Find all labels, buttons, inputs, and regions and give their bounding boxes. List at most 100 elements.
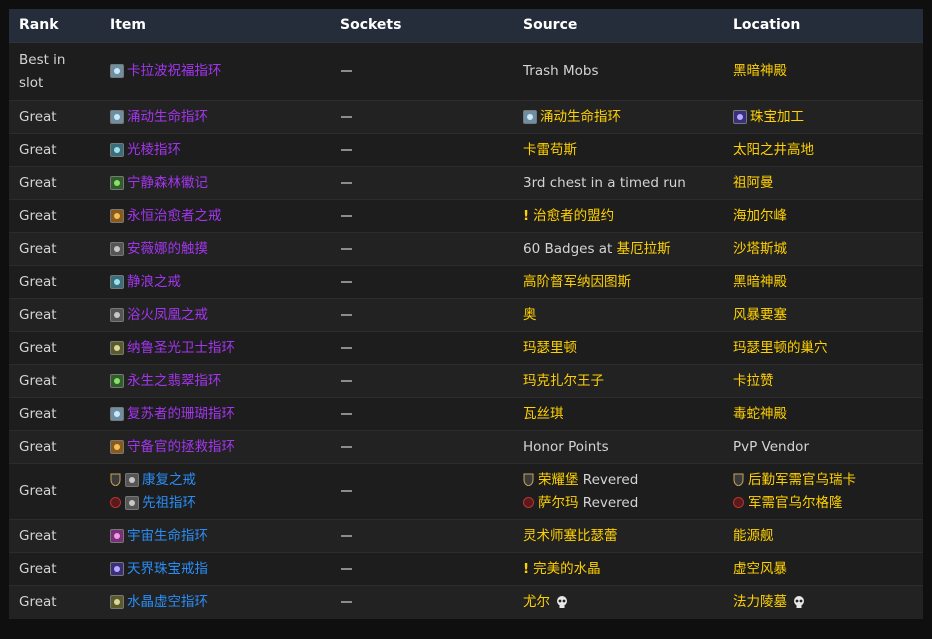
source-link[interactable]: 灵术师塞比瑟蕾 (523, 528, 618, 544)
table-row: Great 复苏者的珊瑚指环 瓦丝琪 毒蛇神殿 (9, 398, 923, 431)
source-link[interactable]: 奥 (523, 307, 537, 323)
rank-label: Best in slot (19, 51, 66, 91)
empty-sockets-dash (341, 70, 352, 72)
item-link[interactable]: 涌动生命指环 (127, 109, 208, 125)
item-cell: 天界珠宝戒指 (100, 558, 330, 581)
ring-icon (110, 307, 124, 322)
rank-label: Great (19, 594, 57, 610)
location-link[interactable]: 能源舰 (733, 528, 774, 544)
item-line: 康复之戒 (110, 469, 330, 492)
location-link[interactable]: 后勤军需官乌瑞卡 (748, 472, 856, 488)
location-link[interactable]: 沙塔斯城 (733, 241, 787, 257)
item-link[interactable]: 永恒治愈者之戒 (127, 208, 222, 224)
item-cell: 守备官的拯救指环 (100, 436, 330, 459)
empty-sockets-dash (341, 148, 352, 151)
item-link[interactable]: 天界珠宝戒指 (127, 561, 208, 577)
header-sockets[interactable]: Sockets (330, 14, 513, 37)
ring-icon (110, 142, 124, 157)
faction-link[interactable]: 荣耀堡 (538, 472, 579, 488)
ring-icon (110, 595, 124, 609)
header-item[interactable]: Item (100, 14, 330, 37)
location-link[interactable]: 玛瑟里顿的巢穴 (733, 340, 828, 356)
item-link[interactable]: 安薇娜的触摸 (127, 241, 208, 257)
horde-crest-icon (733, 496, 744, 508)
table-row: Best in slot 卡拉波祝福指环 Trash Mobs 黑暗神殿 (9, 43, 923, 101)
source-link[interactable]: 基厄拉斯 (617, 241, 671, 257)
quest-icon: ! (523, 207, 530, 224)
location-link[interactable]: 太阳之井高地 (733, 142, 814, 158)
ring-icon (110, 241, 124, 256)
ring-icon (110, 439, 124, 454)
source-cell: 高阶督军纳因图斯 (513, 271, 723, 294)
reputation-level: Revered (578, 494, 639, 511)
location-cell: 太阳之井高地 (723, 139, 923, 162)
item-link[interactable]: 水晶虚空指环 (127, 594, 208, 610)
location-link[interactable]: 虚空风暴 (733, 561, 787, 577)
empty-sockets-dash (341, 601, 352, 603)
item-link[interactable]: 守备官的拯救指环 (127, 439, 235, 455)
location-link[interactable]: 珠宝加工 (750, 109, 804, 125)
item-link[interactable]: 纳鲁圣光卫士指环 (127, 340, 235, 356)
header-rank[interactable]: Rank (9, 14, 100, 37)
source-link[interactable]: 玛克扎尔王子 (523, 373, 604, 389)
faction-link[interactable]: 萨尔玛 (538, 495, 579, 511)
item-link[interactable]: 永生之翡翠指环 (127, 373, 222, 389)
location-link[interactable]: 黑暗神殿 (733, 274, 787, 290)
source-link[interactable]: 卡雷苟斯 (523, 142, 577, 158)
item-link[interactable]: 浴火凤凰之戒 (127, 307, 208, 323)
location-link[interactable]: 黑暗神殿 (733, 63, 787, 79)
location-cell: 黑暗神殿 (723, 271, 923, 294)
table-row: Great 静浪之戒 高阶督军纳因图斯 黑暗神殿 (9, 266, 923, 299)
header-source[interactable]: Source (513, 14, 723, 37)
location-link[interactable]: 毒蛇神殿 (733, 406, 787, 422)
item-link[interactable]: 复苏者的珊瑚指环 (127, 406, 235, 422)
location-cell: 祖阿曼 (723, 172, 923, 195)
source-cell: 卡雷苟斯 (513, 139, 723, 162)
sockets-cell (330, 304, 513, 327)
ring-icon (110, 64, 124, 78)
rank-label: Great (19, 108, 57, 125)
location-cell: 毒蛇神殿 (723, 403, 923, 426)
header-location[interactable]: Location (723, 14, 923, 37)
ring-icon (110, 340, 124, 355)
empty-sockets-dash (341, 247, 352, 250)
item-link[interactable]: 卡拉波祝福指环 (127, 63, 222, 79)
location-link[interactable]: 军需官乌尔格隆 (748, 495, 843, 511)
item-link[interactable]: 光棱指环 (127, 142, 181, 158)
source-link[interactable]: 玛瑟里顿 (523, 340, 577, 356)
source-link[interactable]: 尤尔 (523, 594, 550, 610)
item-link[interactable]: 静浪之戒 (127, 274, 181, 290)
item-cell: 浴火凤凰之戒 (100, 304, 330, 327)
location-link[interactable]: 风暴要塞 (733, 307, 787, 323)
source-link[interactable]: 瓦丝琪 (523, 406, 564, 422)
item-link[interactable]: 先祖指环 (142, 495, 196, 511)
table-row: Great 康复之戒 先祖指环 荣耀堡 Revered 萨尔玛 Revered … (9, 464, 923, 520)
location-link[interactable]: 法力陵墓 (733, 594, 787, 610)
item-link[interactable]: 宇宙生命指环 (127, 528, 208, 544)
sockets-cell (330, 172, 513, 195)
location-link[interactable]: 海加尔峰 (733, 208, 787, 224)
item-cell: 宁静森林徽记 (100, 172, 330, 195)
location-link[interactable]: 卡拉赞 (733, 373, 774, 389)
location-cell: 海加尔峰 (723, 205, 923, 228)
location-cell: 玛瑟里顿的巢穴 (723, 337, 923, 360)
item-link[interactable]: 宁静森林徽记 (127, 175, 208, 191)
location-link[interactable]: 祖阿曼 (733, 175, 774, 191)
item-cell: 复苏者的珊瑚指环 (100, 403, 330, 426)
item-link[interactable]: 康复之戒 (142, 472, 196, 488)
rank-label: Great (19, 438, 57, 455)
item-cell: 永恒治愈者之戒 (100, 205, 330, 228)
source-cell: 荣耀堡 Revered 萨尔玛 Revered (513, 469, 723, 515)
source-link[interactable]: 治愈者的盟约 (533, 208, 614, 224)
horde-crest-icon (523, 496, 534, 508)
source-link[interactable]: 高阶督军纳因图斯 (523, 274, 631, 290)
ring-icon (110, 208, 124, 223)
reputation-level: Revered (578, 471, 639, 488)
empty-sockets-dash (341, 280, 352, 283)
empty-sockets-dash (341, 534, 352, 537)
source-text: Honor Points (523, 438, 609, 455)
source-link[interactable]: 涌动生命指环 (540, 109, 621, 125)
source-link[interactable]: 完美的水晶 (533, 561, 601, 577)
rank-label: Great (19, 240, 57, 257)
alliance-crest-icon (110, 473, 121, 486)
